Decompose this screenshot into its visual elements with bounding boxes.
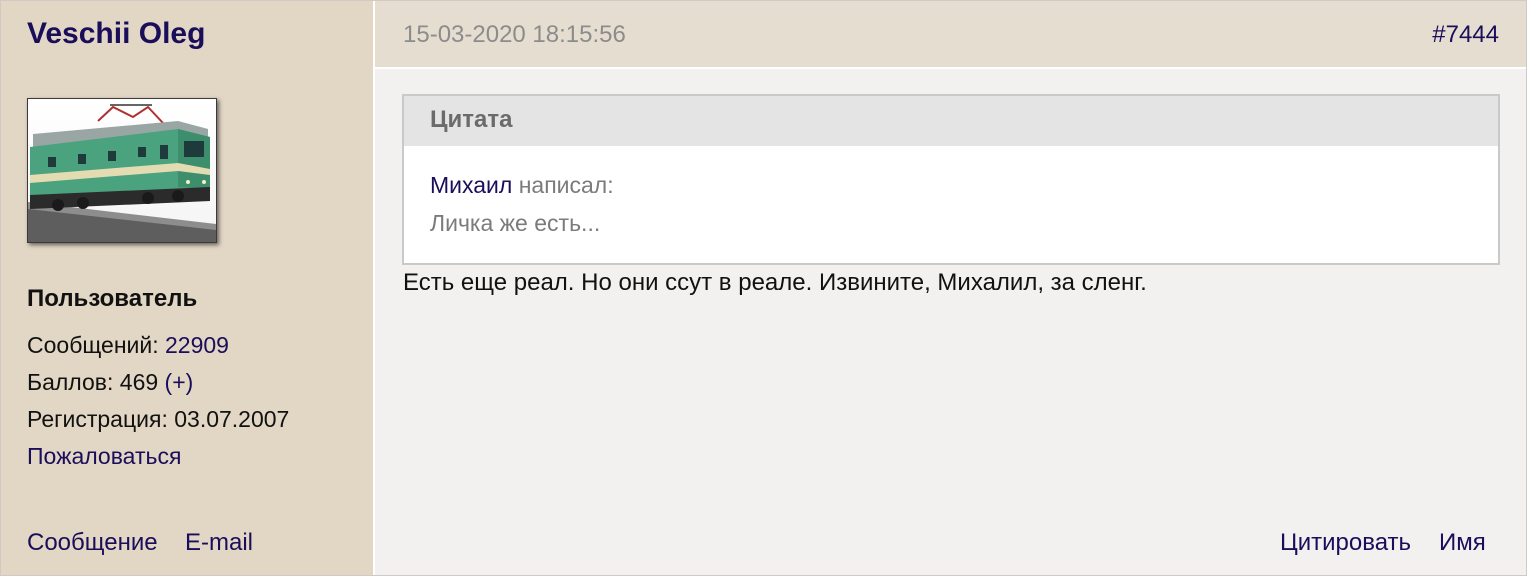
points-stat: Баллов: 469 (+) bbox=[27, 369, 193, 396]
messages-count-link[interactable]: 22909 bbox=[165, 332, 229, 358]
quote-author-link[interactable]: Михаил bbox=[430, 172, 512, 198]
quote-header: Цитата bbox=[404, 96, 1498, 146]
post-datetime: 15-03-2020 18:15:56 bbox=[403, 21, 626, 48]
send-message-link[interactable]: Сообщение bbox=[27, 529, 158, 557]
avatar bbox=[27, 98, 217, 243]
username-link[interactable]: Veschii Oleg bbox=[27, 17, 205, 51]
report-link[interactable]: Пожаловаться bbox=[27, 443, 181, 470]
quote-text: Личка же есть... bbox=[430, 210, 601, 236]
quote-author-line: Михаил написал: bbox=[430, 172, 614, 199]
email-link[interactable]: E-mail bbox=[185, 529, 253, 557]
quote-wrote-label: написал: bbox=[518, 172, 614, 198]
quote-post-button[interactable]: Цитировать bbox=[1280, 529, 1411, 557]
quote-block: Цитата Михаил написал: Личка же есть... bbox=[402, 94, 1500, 265]
forum-post: Veschii Oleg Пользователь Сообщений: 229… bbox=[0, 0, 1527, 576]
locomotive-icon bbox=[28, 99, 216, 242]
insert-name-button[interactable]: Имя bbox=[1439, 529, 1486, 557]
user-role: Пользователь bbox=[27, 285, 198, 312]
messages-stat: Сообщений: 22909 bbox=[27, 332, 229, 359]
post-number-link[interactable]: #7444 bbox=[1432, 21, 1499, 49]
registration-date: Регистрация: 03.07.2007 bbox=[27, 406, 290, 432]
points-plus-link[interactable]: (+) bbox=[165, 369, 194, 395]
messages-label: Сообщений: bbox=[27, 332, 159, 358]
points-label: Баллов: 469 bbox=[27, 369, 159, 395]
post-header: 15-03-2020 18:15:56 #7444 bbox=[375, 1, 1526, 69]
user-sidebar: Veschii Oleg Пользователь Сообщений: 229… bbox=[1, 1, 375, 575]
post-body: Есть еще реал. Но они ссут в реале. Изви… bbox=[403, 269, 1147, 296]
